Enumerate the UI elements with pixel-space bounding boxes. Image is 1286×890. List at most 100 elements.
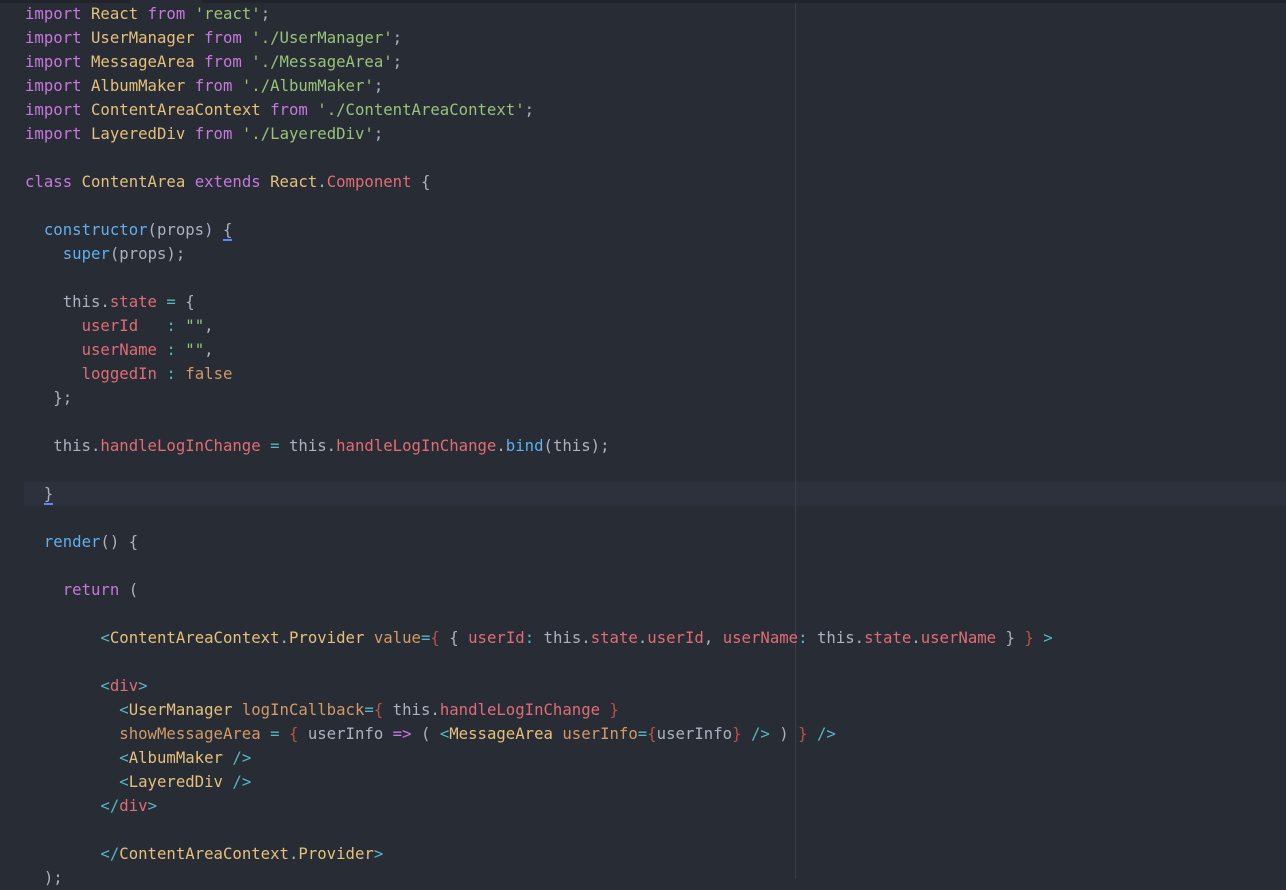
- code-token: AlbumMaker: [128, 748, 223, 767]
- code-line[interactable]: [25, 650, 1053, 674]
- code-token: from: [194, 76, 233, 95]
- code-token: <: [119, 772, 129, 791]
- code-editor[interactable]: import React from 'react'; import UserMan…: [25, 2, 1053, 890]
- code-token: import: [25, 100, 82, 119]
- code-token: class: [25, 172, 73, 191]
- code-token: =: [166, 292, 176, 311]
- code-token: <: [100, 628, 110, 647]
- code-token: {: [439, 628, 469, 647]
- code-line[interactable]: this.handleLogInChange = this.handleLogI…: [25, 434, 1053, 458]
- code-line[interactable]: <LayeredDiv />: [25, 770, 1053, 794]
- code-line[interactable]: [25, 146, 1053, 170]
- code-line[interactable]: render() {: [25, 530, 1053, 554]
- code-line[interactable]: [25, 506, 1053, 530]
- code-line[interactable]: <div>: [25, 674, 1053, 698]
- code-token: {: [647, 724, 657, 743]
- code-token: :: [798, 628, 808, 647]
- code-line[interactable]: }: [25, 482, 1053, 506]
- code-line[interactable]: </ContentAreaContext.Provider>: [25, 842, 1053, 866]
- code-line[interactable]: import ContentAreaContext from './Conten…: [25, 98, 1053, 122]
- code-token: userInfo: [562, 724, 638, 743]
- code-token: LayeredDiv: [91, 124, 186, 143]
- code-token: 'react': [194, 4, 261, 23]
- code-line[interactable]: [25, 410, 1053, 434]
- code-token: >: [1043, 628, 1053, 647]
- code-token: ;: [392, 28, 403, 47]
- code-token: />: [232, 748, 252, 767]
- code-line[interactable]: super(props);: [25, 242, 1053, 266]
- code-line[interactable]: </div>: [25, 794, 1053, 818]
- code-line[interactable]: this.state = {: [25, 290, 1053, 314]
- code-line[interactable]: [25, 818, 1053, 842]
- code-line[interactable]: userId : "",: [25, 314, 1053, 338]
- code-token: LayeredDiv: [128, 772, 223, 791]
- code-line[interactable]: <ContentAreaContext.Provider value={ { u…: [25, 626, 1053, 650]
- code-token: return: [62, 580, 120, 599]
- code-token: <: [439, 724, 450, 743]
- code-line[interactable]: );: [25, 866, 1053, 890]
- code-token: extends: [194, 172, 261, 191]
- code-token: {: [373, 700, 384, 719]
- code-token: </: [100, 844, 120, 863]
- code-line[interactable]: [25, 602, 1053, 626]
- code-line[interactable]: [25, 554, 1053, 578]
- code-token: this.: [25, 292, 110, 311]
- code-token: {: [430, 628, 440, 647]
- code-token: <: [119, 748, 129, 767]
- code-line[interactable]: import MessageArea from './MessageArea';: [25, 50, 1053, 74]
- code-token: <: [119, 700, 129, 719]
- code-token: </: [100, 796, 120, 815]
- code-token: './UserManager': [251, 28, 393, 47]
- code-token: >: [147, 796, 157, 815]
- code-token: Provider: [288, 628, 365, 647]
- code-line[interactable]: class ContentArea extends React.Componen…: [25, 170, 1053, 194]
- code-token: :: [524, 628, 535, 647]
- code-line[interactable]: userName : "",: [25, 338, 1053, 362]
- code-token: import: [25, 4, 82, 23]
- code-line[interactable]: import UserManager from './UserManager';: [25, 26, 1053, 50]
- code-line[interactable]: import React from 'react';: [25, 2, 1053, 26]
- code-token: ,: [204, 340, 214, 359]
- code-line[interactable]: return (: [25, 578, 1053, 602]
- code-line[interactable]: [25, 458, 1053, 482]
- code-line[interactable]: loggedIn : false: [25, 362, 1053, 386]
- code-token: React: [91, 4, 139, 23]
- code-line[interactable]: };: [25, 386, 1053, 410]
- code-token: }: [609, 700, 619, 719]
- code-line[interactable]: [25, 266, 1053, 290]
- code-token: React: [270, 172, 318, 191]
- code-token: ContentArea: [81, 172, 186, 191]
- code-token: userInfo: [298, 724, 393, 743]
- bracket-match: {: [222, 220, 233, 241]
- code-line[interactable]: import AlbumMaker from './AlbumMaker';: [25, 74, 1053, 98]
- code-line[interactable]: [25, 194, 1053, 218]
- code-token: />: [750, 724, 770, 743]
- code-token: (: [411, 724, 440, 743]
- code-line[interactable]: showMessageArea = { userInfo => ( <Messa…: [25, 722, 1053, 746]
- code-line[interactable]: import LayeredDiv from './LayeredDiv';: [25, 122, 1053, 146]
- code-token: import: [25, 76, 82, 95]
- code-token: "": [185, 316, 205, 335]
- code-line[interactable]: constructor(props) {: [25, 218, 1053, 242]
- code-line[interactable]: <AlbumMaker />: [25, 746, 1053, 770]
- code-token: AlbumMaker: [91, 76, 186, 95]
- code-token: =: [364, 700, 374, 719]
- code-line[interactable]: <UserManager logInCallback={ this.handle…: [25, 698, 1053, 722]
